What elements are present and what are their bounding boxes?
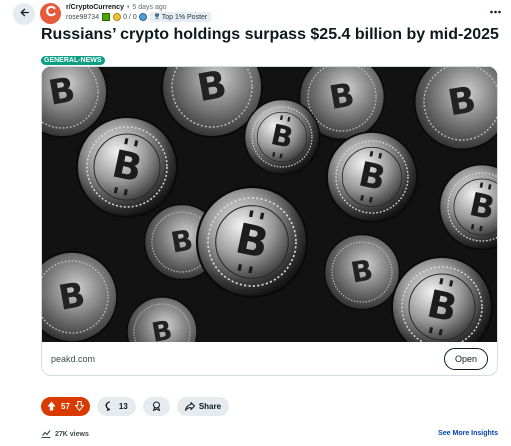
post-time: 5 days ago (132, 4, 167, 11)
user-karma: 0 / 0 (113, 13, 147, 22)
award-button[interactable] (142, 397, 170, 416)
ellipsis-icon (490, 2, 501, 17)
badge-label: Top 1% Poster (161, 13, 208, 21)
views-chart-icon (41, 429, 51, 440)
more-options-button[interactable] (490, 6, 501, 14)
karma-value: 0 / 0 (123, 13, 137, 21)
comment-count: 13 (118, 402, 128, 411)
author-username[interactable]: rose98734 (66, 13, 99, 22)
subreddit-avatar[interactable] (40, 3, 61, 24)
bitcoin-coins-illustration: B B (42, 67, 497, 368)
separator-dot: • (126, 4, 130, 11)
link-preview-image[interactable]: B B (42, 67, 497, 368)
subreddit-link[interactable]: r/CryptoCurrency (66, 3, 124, 12)
award-ribbon-icon (151, 401, 162, 413)
post-actions: 57 13 Share (41, 397, 230, 416)
link-card[interactable]: B B peak (41, 66, 498, 376)
share-button[interactable]: Share (176, 397, 230, 416)
user-flair-icon (102, 13, 111, 21)
post-meta: r/CryptoCurrency • 5 days ago rose98734 … (66, 3, 212, 22)
crypto-logo-icon (44, 4, 58, 23)
view-count: 27K views (41, 429, 89, 440)
top-poster-badge: Top 1% Poster (149, 12, 212, 22)
trophy-icon (154, 13, 160, 22)
upvote-arrow-icon[interactable] (47, 401, 56, 413)
share-arrow-icon (184, 401, 195, 413)
moon-coin-icon (113, 13, 122, 21)
vote-count: 57 (61, 402, 70, 411)
link-domain[interactable]: peakd.com (51, 354, 95, 364)
comments-button[interactable]: 13 (96, 397, 136, 416)
post-title: Russians’ crypto holdings surpass $25.4 … (41, 26, 499, 43)
views-label: 27K views (55, 431, 89, 438)
downvote-arrow-icon[interactable] (74, 400, 85, 413)
open-link-button[interactable]: Open (443, 348, 488, 370)
post-flair-tag[interactable]: GENERAL-NEWS (41, 56, 105, 65)
comment-bubble-icon (105, 401, 115, 413)
back-button[interactable] (13, 3, 35, 25)
see-more-insights-link[interactable]: See More Insights (438, 430, 498, 437)
vote-control: 57 (41, 397, 90, 416)
arrow-left-icon (19, 5, 30, 23)
share-label: Share (198, 402, 222, 411)
donut-coin-icon (138, 13, 147, 21)
